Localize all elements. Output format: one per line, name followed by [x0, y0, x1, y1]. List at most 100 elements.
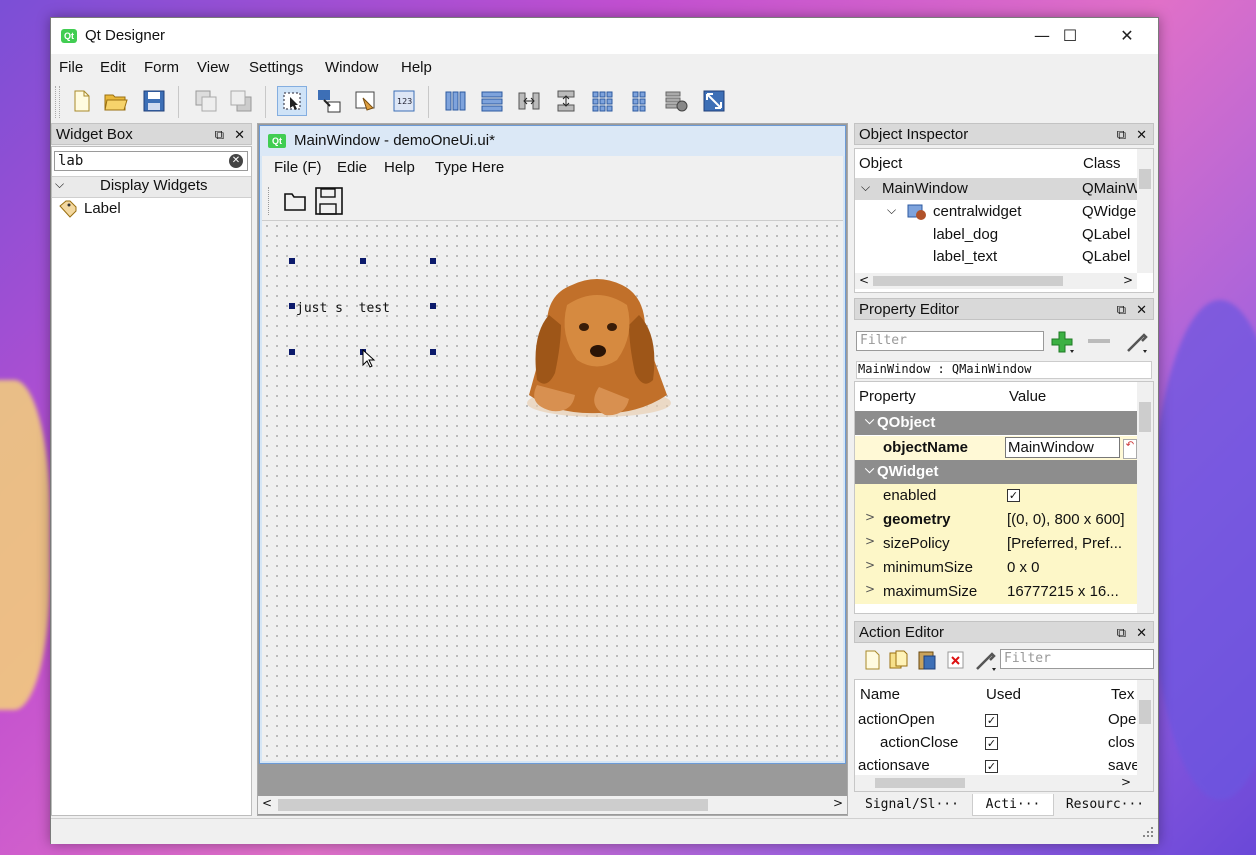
widget-filter-input[interactable]: lab ✕ [54, 151, 248, 171]
action-row-save[interactable]: actionsave ✓ save [855, 755, 1137, 775]
chevron-down-icon[interactable]: ⌵ [861, 180, 870, 195]
break-layout-icon[interactable] [661, 86, 691, 116]
form-canvas[interactable]: just s test [262, 221, 843, 761]
tab-action-editor[interactable]: Acti··· [972, 794, 1054, 816]
scroll-right-icon[interactable]: > [833, 796, 843, 810]
property-row-objectname[interactable]: objectName MainWindow ↶ [855, 436, 1137, 461]
property-row-minimumsize[interactable]: > minimumSize 0 x 0 [855, 556, 1137, 581]
layout-grid-icon[interactable] [588, 86, 618, 116]
close-icon[interactable]: ✕ [1136, 625, 1147, 640]
toolbar-grip[interactable] [55, 86, 60, 118]
scroll-right-icon[interactable]: > [1123, 273, 1133, 287]
category-display-widgets[interactable]: ⌵ Display Widgets [52, 176, 251, 198]
resize-handle[interactable] [289, 349, 295, 355]
tab-signal-slot-editor[interactable]: Signal/Sl··· [854, 794, 970, 816]
menu-file[interactable]: File [59, 59, 83, 76]
chevron-right-icon[interactable]: > [865, 582, 875, 596]
group-qobject[interactable]: ⌵ QObject [855, 411, 1137, 436]
float-icon[interactable]: ⧉ [1117, 127, 1126, 142]
toolbar-grip[interactable] [268, 187, 271, 215]
remove-property-icon[interactable] [1088, 339, 1110, 343]
new-action-icon[interactable] [862, 649, 882, 675]
chevron-right-icon[interactable]: > [865, 534, 875, 548]
label-text-widget[interactable]: just s test [289, 258, 436, 355]
scroll-left-icon[interactable]: < [262, 796, 272, 810]
chevron-down-icon[interactable]: ⌵ [865, 413, 874, 428]
tree-row-label-dog[interactable]: label_dog QLabel [855, 224, 1137, 246]
scrollbar-thumb[interactable] [1139, 402, 1151, 432]
menu-window[interactable]: Window [325, 59, 378, 76]
object-inspector-vscroll[interactable] [1137, 149, 1153, 273]
chevron-right-icon[interactable]: > [865, 510, 875, 524]
float-icon[interactable]: ⧉ [1117, 302, 1126, 317]
label-dog-image[interactable] [517, 255, 677, 425]
add-property-icon[interactable] [1050, 329, 1078, 359]
group-qwidget[interactable]: ⌵ QWidget [855, 460, 1137, 485]
edit-signals-icon[interactable] [314, 86, 344, 116]
scroll-right-icon[interactable]: > [1121, 775, 1131, 789]
resize-handle[interactable] [430, 303, 436, 309]
save-icon[interactable] [314, 186, 344, 220]
copy-action-icon[interactable] [888, 649, 910, 675]
adjust-size-icon[interactable] [699, 86, 729, 116]
scrollbar-thumb[interactable] [278, 799, 708, 811]
paste-action-icon[interactable] [916, 649, 938, 675]
property-table-vscroll[interactable] [1137, 382, 1153, 613]
menu-form[interactable]: Form [144, 59, 179, 76]
open-folder-icon[interactable] [282, 188, 308, 218]
clear-filter-icon[interactable]: ✕ [229, 154, 243, 168]
save-icon[interactable] [139, 86, 169, 116]
layout-form-icon[interactable] [625, 86, 655, 116]
property-filter-input[interactable]: Filter [856, 331, 1044, 351]
layout-horizontal-icon[interactable] [441, 86, 471, 116]
resize-handle[interactable] [289, 258, 295, 264]
resize-handle[interactable] [360, 258, 366, 264]
resize-handle[interactable] [430, 258, 436, 264]
widget-item-label[interactable]: Label [52, 198, 251, 220]
bring-to-front-icon[interactable] [226, 86, 256, 116]
menu-help[interactable]: Help [401, 59, 432, 76]
action-filter-input[interactable]: Filter [1000, 649, 1154, 669]
open-folder-icon[interactable] [101, 86, 131, 116]
form-title-bar[interactable]: Qt MainWindow - demoOneUi.ui* [260, 126, 845, 156]
form-menu-edie[interactable]: Edie [337, 159, 367, 176]
action-table-hscroll[interactable]: > [855, 775, 1153, 791]
scrollbar-thumb[interactable] [873, 276, 1063, 286]
send-to-back-icon[interactable] [191, 86, 221, 116]
scrollbar-thumb[interactable] [1139, 700, 1151, 724]
property-row-geometry[interactable]: > geometry [(0, 0), 800 x 600] [855, 508, 1137, 533]
mdi-horizontal-scrollbar[interactable]: < > [258, 796, 847, 814]
scrollbar-thumb[interactable] [875, 778, 965, 788]
resize-handle[interactable] [430, 349, 436, 355]
tab-resource-browser[interactable]: Resourc··· [1056, 794, 1154, 816]
tree-row-mainwindow[interactable]: ⌵ MainWindow QMainW [855, 178, 1140, 200]
objectname-value-input[interactable]: MainWindow [1005, 437, 1120, 458]
edit-buddies-icon[interactable] [351, 86, 381, 116]
new-file-icon[interactable] [66, 86, 96, 116]
form-menu-help[interactable]: Help [384, 159, 415, 176]
reset-property-icon[interactable]: ↶ [1123, 439, 1137, 459]
delete-action-icon[interactable] [946, 650, 966, 674]
action-used-checkbox[interactable]: ✓ [985, 760, 998, 773]
maximize-button[interactable]: ☐ [1046, 18, 1094, 54]
edit-tab-order-icon[interactable]: 123 [389, 86, 419, 116]
splitter-horizontal-icon[interactable] [514, 86, 544, 116]
configure-wrench-icon[interactable] [1124, 329, 1150, 359]
splitter-vertical-icon[interactable] [551, 86, 581, 116]
close-button[interactable]: ✕ [1104, 18, 1150, 54]
menu-edit[interactable]: Edit [100, 59, 126, 76]
scroll-left-icon[interactable]: < [859, 273, 869, 287]
close-icon[interactable]: ✕ [234, 127, 245, 142]
menu-settings[interactable]: Settings [249, 59, 303, 76]
scrollbar-thumb[interactable] [1139, 169, 1151, 189]
form-menu-file[interactable]: File (F) [274, 159, 322, 176]
close-icon[interactable]: ✕ [1136, 127, 1147, 142]
enabled-checkbox[interactable]: ✓ [1007, 489, 1020, 502]
layout-vertical-icon[interactable] [477, 86, 507, 116]
size-grip-icon[interactable] [1142, 826, 1154, 842]
action-table-vscroll[interactable] [1137, 680, 1153, 775]
property-row-enabled[interactable]: enabled ✓ [855, 484, 1137, 509]
resize-handle[interactable] [289, 303, 295, 309]
action-row-open[interactable]: actionOpen ✓ Ope [855, 709, 1137, 731]
float-icon[interactable]: ⧉ [1117, 625, 1126, 640]
